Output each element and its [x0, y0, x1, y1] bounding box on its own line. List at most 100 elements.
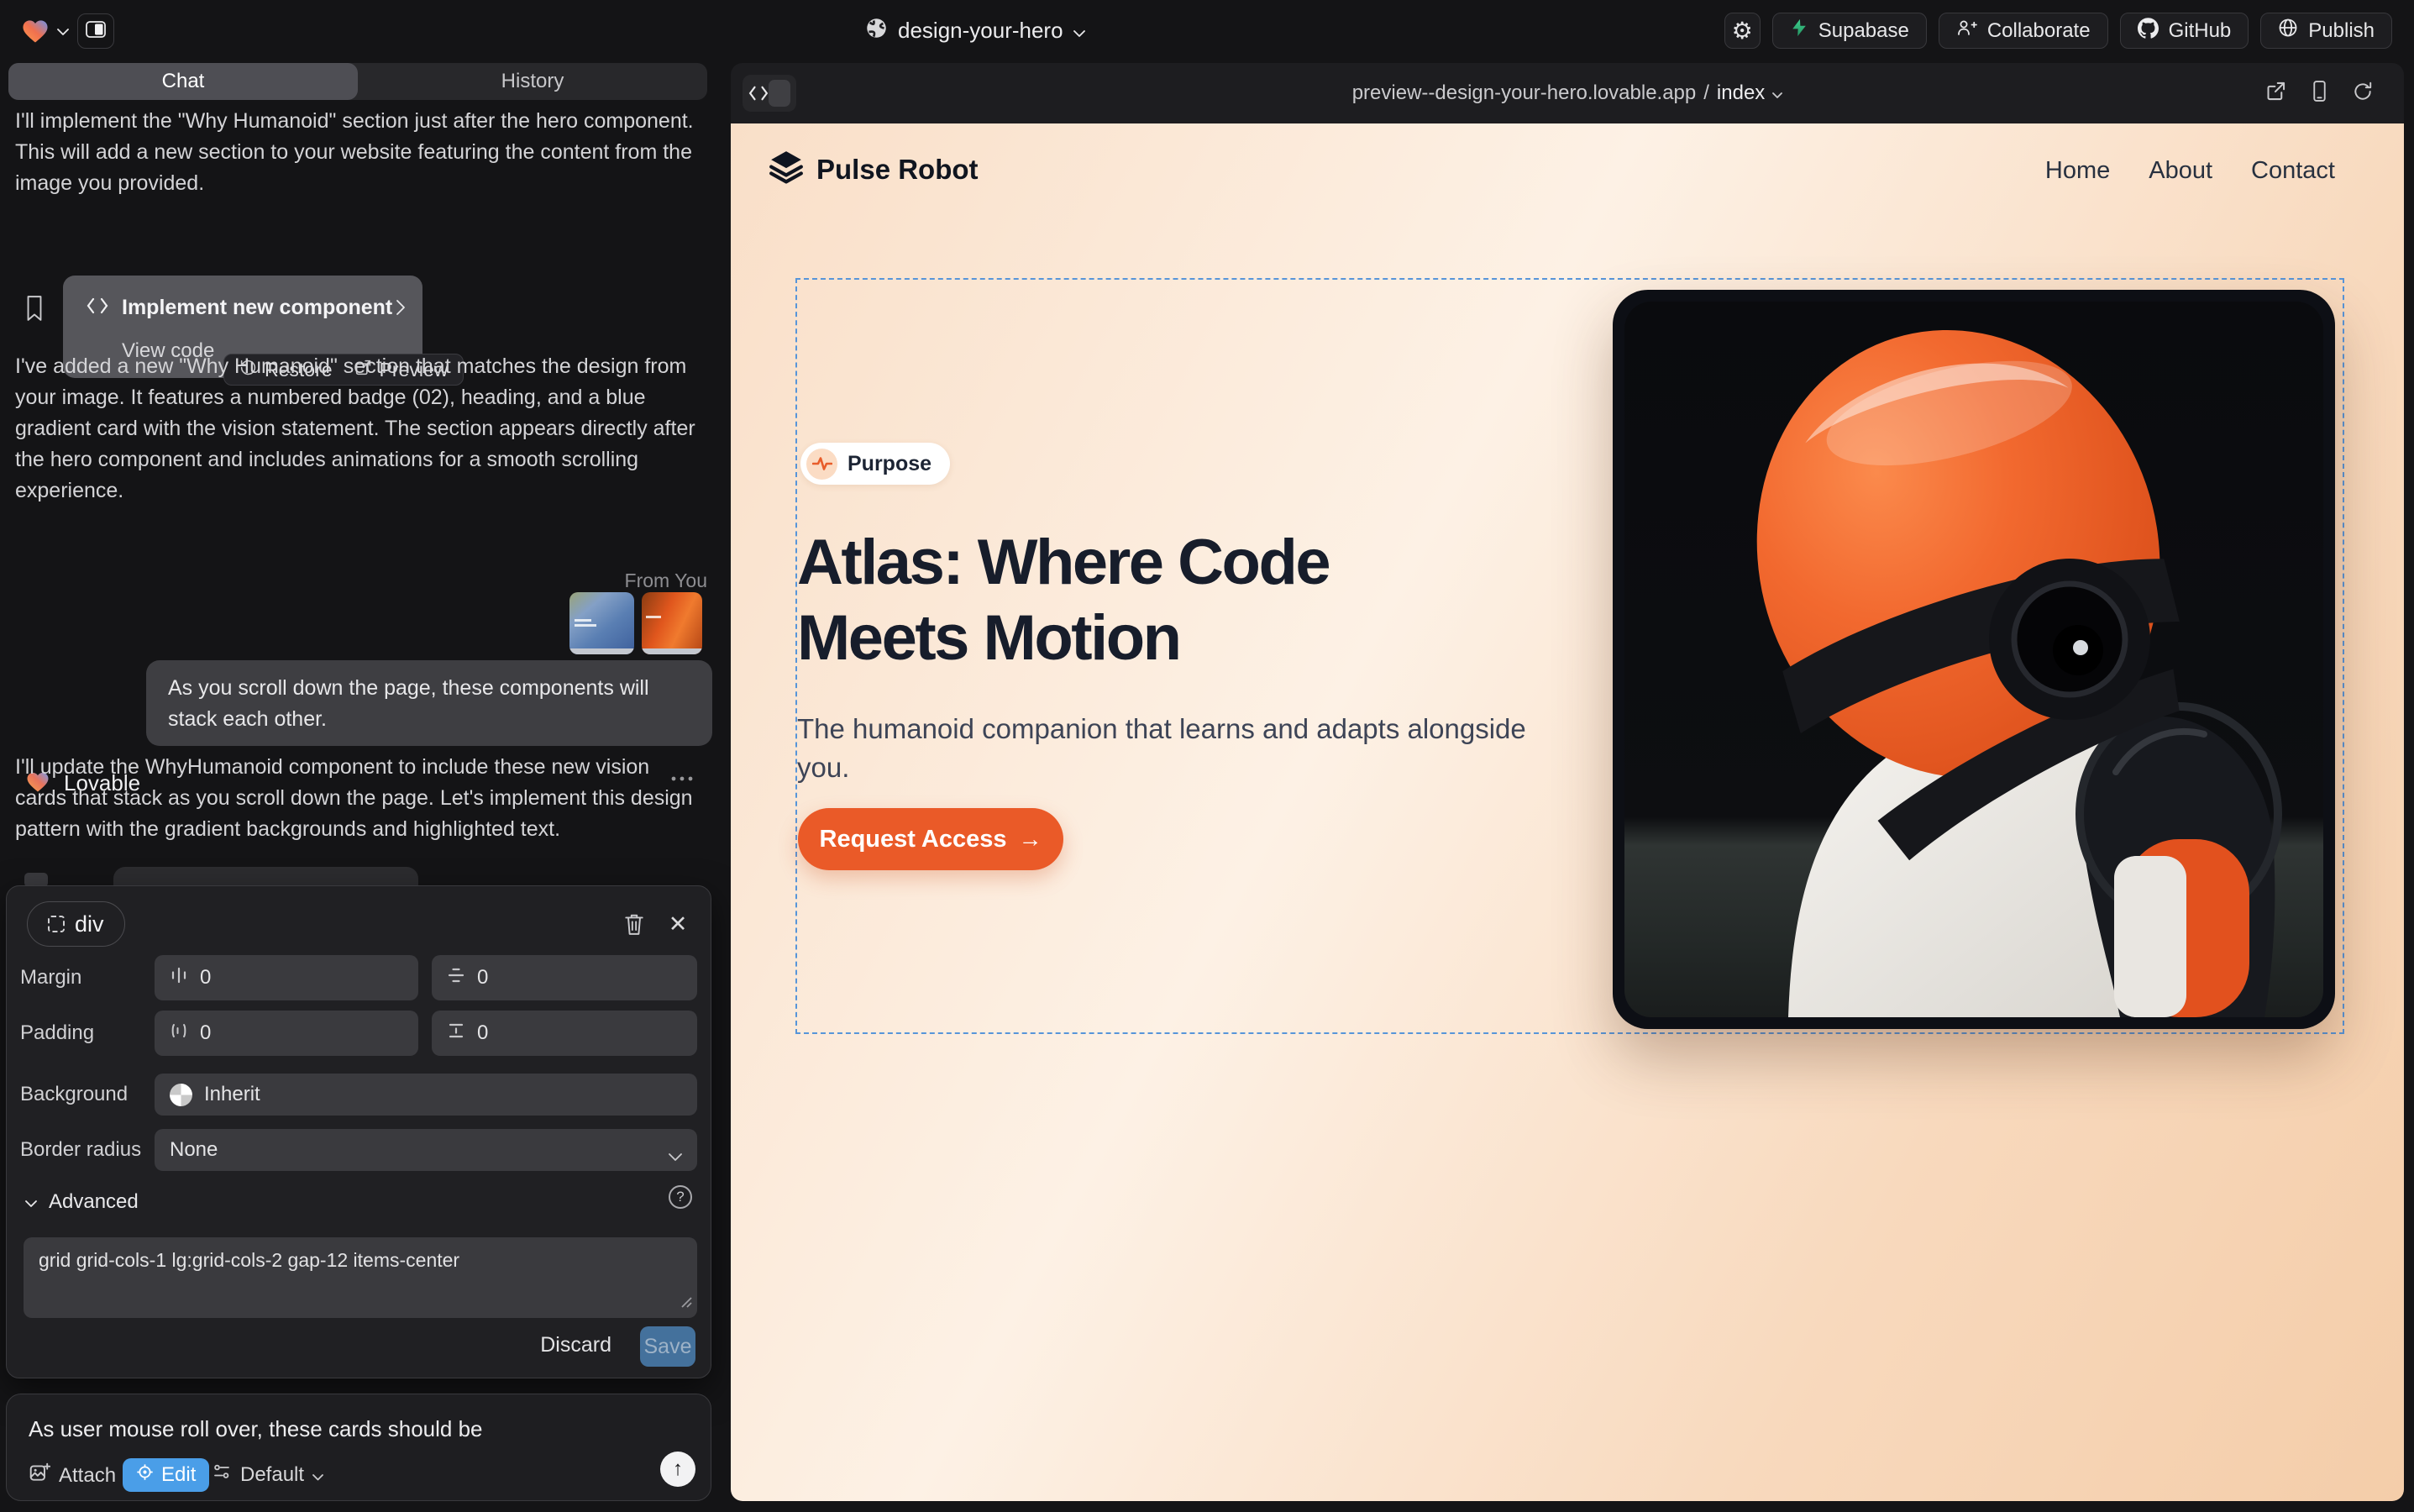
- request-access-button[interactable]: Request Access: [798, 808, 1063, 870]
- attach-button[interactable]: Attach: [29, 1462, 116, 1489]
- user-message-bubble: As you scroll down the page, these compo…: [146, 660, 712, 746]
- brand-name: Pulse Robot: [816, 154, 979, 186]
- bookmark-icon[interactable]: [24, 295, 45, 326]
- arrow-right-icon: [1018, 826, 1042, 853]
- edit-mode-button[interactable]: Edit: [123, 1458, 209, 1492]
- publish-button[interactable]: Publish: [2260, 13, 2392, 49]
- url-separator: /: [1703, 81, 1709, 105]
- discard-button[interactable]: Discard: [540, 1333, 611, 1357]
- chat-composer[interactable]: As user mouse roll over, these cards sho…: [6, 1394, 711, 1501]
- collaborate-button[interactable]: Collaborate: [1939, 13, 2108, 49]
- github-button[interactable]: GitHub: [2120, 13, 2249, 49]
- settings-button[interactable]: [1724, 13, 1761, 49]
- border-radius-select[interactable]: None: [155, 1129, 697, 1171]
- component-card-title: Implement new component: [122, 296, 392, 320]
- advanced-section-toggle[interactable]: Advanced: [25, 1190, 139, 1214]
- attachment-thumbnail-orange[interactable]: [642, 592, 702, 654]
- resize-handle[interactable]: [680, 1290, 692, 1313]
- advanced-label: Advanced: [49, 1190, 139, 1214]
- background-input[interactable]: Inherit: [155, 1074, 697, 1116]
- chevron-down-icon: [57, 25, 69, 40]
- chevron-down-icon: [669, 1144, 682, 1168]
- site-brand[interactable]: Pulse Robot: [769, 149, 979, 191]
- thumbnail-footer: [569, 648, 634, 654]
- publish-label: Publish: [2308, 19, 2375, 43]
- assistant-message-1: I'll implement the "Why Humanoid" sectio…: [15, 106, 699, 199]
- margin-x-icon: [170, 966, 188, 990]
- project-switcher[interactable]: design-your-hero: [865, 0, 1085, 61]
- send-button[interactable]: [660, 1452, 695, 1487]
- supabase-label: Supabase: [1818, 19, 1909, 43]
- nav-about[interactable]: About: [2149, 157, 2212, 185]
- chat-sidebar: Chat History I'll implement the "Why Hum…: [0, 61, 716, 1512]
- tab-chat[interactable]: Chat: [8, 63, 358, 100]
- nav-home[interactable]: Home: [2045, 157, 2110, 185]
- open-external-icon[interactable]: [2264, 80, 2287, 107]
- margin-y-icon: [447, 966, 465, 990]
- mode-selector[interactable]: Default: [212, 1462, 323, 1488]
- lovable-heart-icon: [20, 17, 50, 48]
- dashed-selection-icon: [48, 916, 65, 932]
- background-label: Background: [20, 1074, 150, 1116]
- sliders-icon: [212, 1462, 232, 1488]
- preview-actions: [2264, 63, 2374, 123]
- github-icon: [2138, 18, 2159, 45]
- mobile-view-icon[interactable]: [2309, 80, 2330, 107]
- transparency-swatch-icon: [170, 1084, 192, 1106]
- delete-element-button[interactable]: [620, 910, 648, 938]
- mode-label: Default: [240, 1463, 304, 1487]
- margin-x-value: 0: [200, 966, 211, 990]
- nav-contact[interactable]: Contact: [2251, 157, 2335, 185]
- add-user-icon: [1956, 18, 1977, 44]
- margin-y-input[interactable]: 0: [432, 955, 697, 1000]
- site-canvas: Pulse Robot Home About Contact Purpose A…: [731, 123, 2404, 1501]
- selected-element-pill[interactable]: div: [27, 901, 125, 947]
- topbar: design-your-hero Supabase Collaborate Gi…: [0, 0, 2414, 61]
- border-radius-value: None: [170, 1138, 218, 1162]
- padding-y-value: 0: [477, 1021, 488, 1045]
- project-name: design-your-hero: [898, 18, 1063, 44]
- padding-y-icon: [447, 1021, 465, 1046]
- publish-globe-icon: [2278, 18, 2298, 44]
- save-button[interactable]: Save: [640, 1326, 695, 1367]
- classes-textarea[interactable]: grid grid-cols-1 lg:grid-cols-2 gap-12 i…: [24, 1237, 697, 1318]
- hero-title: Atlas: Where Code Meets Motion: [797, 525, 1329, 676]
- preview-url-bar[interactable]: preview--design-your-hero.lovable.app / …: [731, 63, 2404, 123]
- thumbnail-footer: [642, 648, 702, 654]
- background-value: Inherit: [204, 1083, 260, 1106]
- sidebar-toggle-button[interactable]: [77, 13, 114, 49]
- github-label: GitHub: [2169, 19, 2232, 43]
- hero-description: The humanoid companion that learns and a…: [797, 710, 1536, 787]
- element-tag: div: [75, 911, 104, 937]
- purpose-badge: Purpose: [800, 443, 950, 485]
- hero-robot-card: [1613, 290, 2335, 1029]
- badge-label: Purpose: [848, 452, 931, 476]
- margin-y-value: 0: [477, 966, 488, 990]
- from-you-label: From You: [625, 570, 707, 592]
- preview-topbar: preview--design-your-hero.lovable.app / …: [731, 63, 2404, 123]
- gear-icon: [1732, 17, 1753, 45]
- margin-label: Margin: [20, 955, 150, 1000]
- panel-layout-icon: [86, 21, 106, 42]
- border-radius-label: Border radius: [20, 1129, 150, 1171]
- composer-input[interactable]: As user mouse roll over, these cards sho…: [29, 1416, 684, 1442]
- refresh-icon[interactable]: [2352, 81, 2374, 107]
- code-icon: [87, 296, 108, 320]
- attachment-thumbnail-blue[interactable]: [569, 592, 634, 654]
- chevron-down-icon: [1772, 81, 1782, 105]
- padding-y-input[interactable]: 0: [432, 1011, 697, 1056]
- margin-x-input[interactable]: 0: [155, 955, 418, 1000]
- padding-x-value: 0: [200, 1021, 211, 1045]
- help-icon[interactable]: [669, 1185, 692, 1209]
- element-inspector-panel: div Margin 0 0 Padding 0: [6, 885, 711, 1378]
- topbar-actions: Supabase Collaborate GitHub Publish: [1724, 13, 2392, 49]
- tab-history[interactable]: History: [358, 63, 707, 100]
- lovable-menu[interactable]: [20, 17, 69, 48]
- supabase-button[interactable]: Supabase: [1772, 13, 1927, 49]
- target-icon: [136, 1463, 154, 1487]
- attach-image-icon: [29, 1462, 50, 1489]
- close-icon[interactable]: [664, 910, 692, 938]
- assistant-message-2: I've added a new "Why Humanoid" section …: [15, 351, 699, 507]
- padding-x-input[interactable]: 0: [155, 1011, 418, 1056]
- preview-page: index: [1717, 81, 1765, 105]
